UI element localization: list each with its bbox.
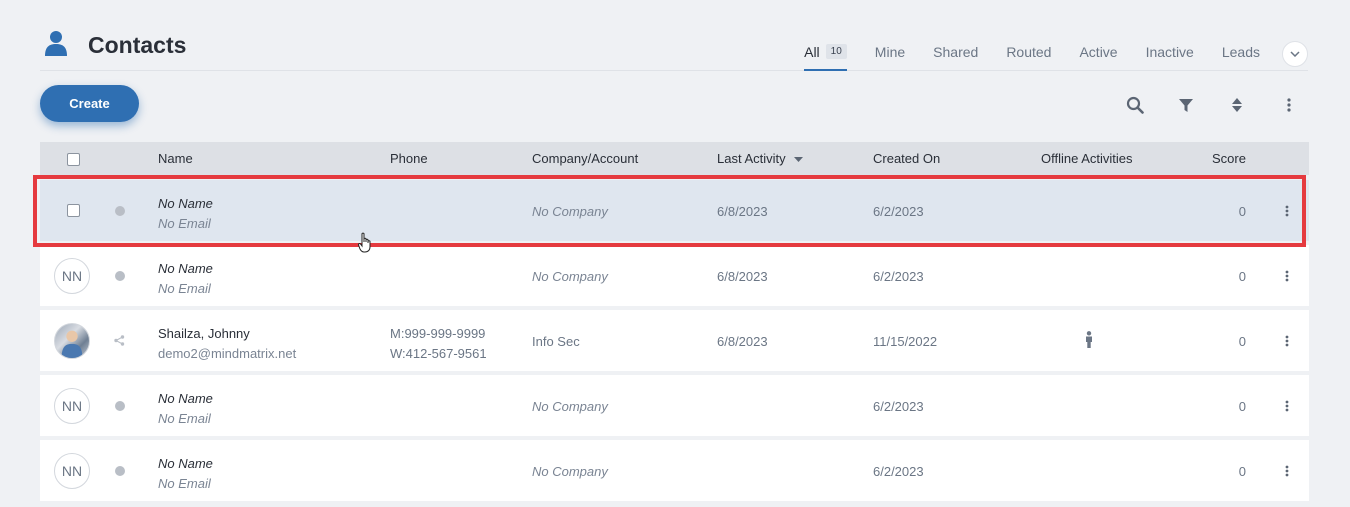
status-dot (115, 466, 125, 476)
column-offline-activities[interactable]: Offline Activities (1041, 151, 1133, 166)
status-dot (115, 271, 125, 281)
last-activity-cell: 6/8/2023 (717, 269, 768, 284)
contact-name: No Name (158, 261, 213, 276)
contact-name: No Name (158, 391, 213, 406)
avatar-photo (54, 323, 90, 359)
contact-name-cell[interactable]: No Name No Email (158, 194, 213, 234)
company-cell: No Company (532, 204, 608, 219)
column-phone[interactable]: Phone (390, 151, 428, 166)
more-tabs-button[interactable] (1282, 41, 1308, 67)
column-created-on[interactable]: Created On (873, 151, 940, 166)
mobile-phone: M:999-999-9999 (390, 326, 486, 341)
table-row[interactable]: No Name No Email No Company 6/8/2023 6/2… (40, 180, 1309, 241)
page-title: Contacts (88, 32, 187, 58)
contact-name-cell[interactable]: No Name No Email (158, 259, 213, 299)
tab-label: All (804, 44, 820, 60)
score-cell: 0 (1238, 334, 1246, 349)
contact-email: demo2@mindmatrix.net (158, 346, 297, 361)
search-button[interactable] (1124, 94, 1146, 116)
contact-name-cell[interactable]: Shailza, Johnny demo2@mindmatrix.net (158, 324, 296, 364)
tab-shared[interactable]: Shared (933, 40, 978, 71)
created-on-cell: 11/15/2022 (873, 334, 938, 349)
more-options-button[interactable] (1278, 94, 1300, 116)
row-more-icon[interactable] (1284, 464, 1290, 478)
status-dot (115, 401, 125, 411)
row-more-icon[interactable] (1284, 204, 1290, 218)
column-last-activity[interactable]: Last Activity (717, 151, 804, 166)
column-name[interactable]: Name (158, 151, 193, 166)
table-row[interactable]: NN No Name No Email No Company 6/8/2023 … (40, 245, 1309, 306)
contact-name: No Name (158, 456, 213, 471)
more-vertical-icon (1287, 98, 1291, 112)
row-more-icon[interactable] (1284, 399, 1290, 413)
created-on-cell: 6/2/2023 (873, 464, 924, 479)
contact-email: No Email (158, 476, 211, 491)
created-on-cell: 6/2/2023 (873, 399, 924, 414)
table-row[interactable]: NN No Name No Email No Company 6/2/2023 … (40, 440, 1309, 501)
table-row[interactable]: Shailza, Johnny demo2@mindmatrix.net M:9… (40, 310, 1309, 371)
tab-all[interactable]: All 10 (804, 40, 847, 71)
tab-inactive[interactable]: Inactive (1146, 40, 1194, 71)
score-cell: 0 (1238, 204, 1246, 219)
select-all-checkbox[interactable] (67, 153, 80, 166)
contact-name-cell[interactable]: No Name No Email (158, 389, 213, 429)
contact-email: No Email (158, 281, 211, 296)
page-header: Contacts All 10 Mine Shared Routed Activ… (40, 0, 1308, 71)
last-activity-cell: 6/8/2023 (717, 204, 768, 219)
created-on-cell: 6/2/2023 (873, 204, 924, 219)
last-activity-cell: 6/8/2023 (717, 334, 768, 349)
contact-name: No Name (158, 196, 213, 211)
row-checkbox[interactable] (67, 204, 80, 217)
row-more-icon[interactable] (1284, 334, 1290, 348)
filter-tabs: All 10 Mine Shared Routed Active Inactiv… (776, 40, 1308, 71)
company-cell: No Company (532, 269, 608, 284)
count-badge: 10 (825, 44, 847, 59)
chevron-down-icon (1290, 51, 1300, 57)
work-phone: W:412-567-9561 (390, 346, 487, 361)
tab-leads[interactable]: Leads (1222, 40, 1260, 71)
avatar: NN (54, 258, 90, 294)
column-company[interactable]: Company/Account (532, 151, 638, 166)
person-icon[interactable] (1085, 331, 1093, 348)
sort-icon (1232, 98, 1242, 112)
create-button[interactable]: Create (40, 85, 139, 122)
filter-button[interactable] (1175, 94, 1197, 116)
tab-routed[interactable]: Routed (1006, 40, 1051, 71)
contact-name: Shailza, Johnny (158, 326, 250, 341)
column-score[interactable]: Score (1212, 151, 1246, 166)
company-cell: Info Sec (532, 334, 580, 349)
company-cell: No Company (532, 399, 608, 414)
contact-email: No Email (158, 216, 211, 231)
tab-active[interactable]: Active (1079, 40, 1117, 71)
table-row[interactable]: NN No Name No Email No Company 6/2/2023 … (40, 375, 1309, 436)
sort-button[interactable] (1226, 94, 1248, 116)
company-cell: No Company (532, 464, 608, 479)
score-cell: 0 (1238, 399, 1246, 414)
avatar: NN (54, 388, 90, 424)
tab-mine[interactable]: Mine (875, 40, 905, 71)
contact-email: No Email (158, 411, 211, 426)
score-cell: 0 (1238, 269, 1246, 284)
filter-icon (1179, 98, 1193, 112)
person-photo-icon (61, 330, 83, 358)
status-dot (115, 206, 125, 216)
score-cell: 0 (1238, 464, 1246, 479)
hand-cursor-icon (358, 232, 371, 253)
search-icon (1126, 96, 1144, 114)
share-icon (114, 335, 125, 346)
row-more-icon[interactable] (1284, 269, 1290, 283)
column-label: Last Activity (717, 151, 786, 166)
phone-cell: M:999-999-9999 W:412-567-9561 (390, 324, 487, 364)
user-icon (45, 31, 67, 56)
created-on-cell: 6/2/2023 (873, 269, 924, 284)
contact-name-cell[interactable]: No Name No Email (158, 454, 213, 494)
table-header: Name Phone Company/Account Last Activity… (40, 142, 1309, 175)
contacts-table: Name Phone Company/Account Last Activity… (40, 142, 1309, 501)
sort-desc-icon (794, 157, 804, 163)
avatar: NN (54, 453, 90, 489)
